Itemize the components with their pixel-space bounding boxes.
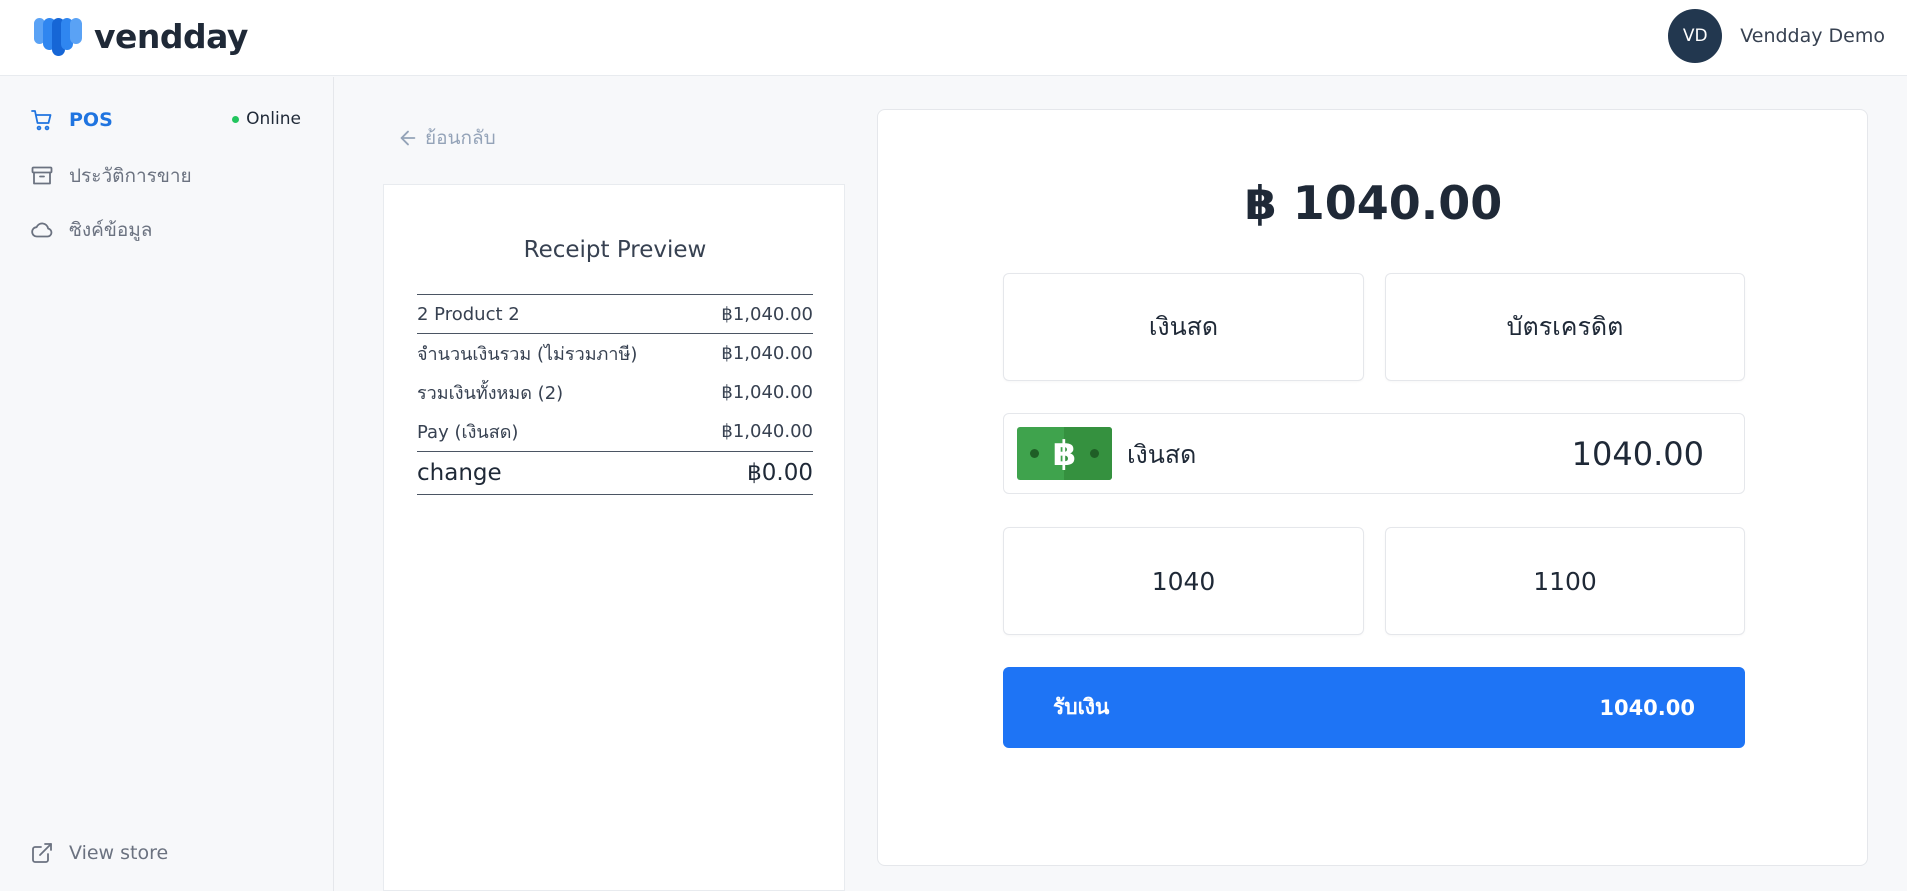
sidebar-item-sync[interactable]: ซิงค์ข้อมูล (29, 215, 152, 245)
external-link-icon (29, 840, 55, 866)
receipt-row-value: ฿1,040.00 (721, 303, 813, 325)
top-header: vendday VD Vendday Demo (0, 0, 1907, 76)
receipt-row-label: change (417, 460, 502, 486)
receipt-preview: Receipt Preview 2 Product 2 ฿1,040.00 จำ… (383, 184, 845, 891)
online-dot-icon (232, 115, 240, 123)
cart-icon (29, 107, 55, 133)
receipt-row-label: จำนวนเงินรวม (ไม่รวมภาษี) (417, 344, 638, 365)
receipt-change-row: change ฿0.00 (417, 451, 813, 495)
sidebar: POS Online ประวัติการขาย ซิงค์ข้อมูล Vie… (0, 77, 334, 891)
receipt-row-label: รวมเงินทั้งหมด (2) (417, 383, 564, 404)
receipt-table: 2 Product 2 ฿1,040.00 จำนวนเงินรวม (ไม่ร… (417, 294, 813, 495)
user-name[interactable]: Vendday Demo (1740, 25, 1885, 47)
receipt-row-value: ฿1,040.00 (721, 382, 813, 403)
cash-amount-row: ฿ เงินสด (1003, 413, 1745, 494)
receipt-row-label: Pay (เงินสด) (417, 422, 519, 443)
receipt-row-value: ฿0.00 (747, 460, 813, 486)
brand-logo[interactable]: vendday (32, 16, 248, 56)
receipt-row-value: ฿1,040.00 (721, 421, 813, 442)
brand-name: vendday (94, 16, 248, 56)
view-store-label: View store (69, 842, 169, 864)
receipt-row-label: 2 Product 2 (417, 303, 520, 325)
user-menu[interactable]: VD Vendday Demo (1668, 9, 1885, 63)
total-amount: ฿ 1040.00 (1244, 176, 1503, 230)
sidebar-item-label: ซิงค์ข้อมูล (69, 219, 153, 241)
cash-bill-icon: ฿ (1017, 427, 1112, 480)
cash-method-button[interactable]: เงินสด (1003, 273, 1364, 381)
status-text: Online (246, 109, 301, 129)
archive-icon (29, 163, 55, 189)
receipt-row-value: ฿1,040.00 (721, 343, 813, 364)
receipt-row: Pay (เงินสด) ฿1,040.00 (417, 412, 813, 451)
arrow-left-icon (397, 127, 419, 149)
avatar[interactable]: VD (1668, 9, 1723, 63)
back-label: ย้อนกลับ (425, 127, 496, 149)
receipt-row: รวมเงินทั้งหมด (2) ฿1,040.00 (417, 373, 813, 412)
cloud-icon (29, 217, 55, 243)
sidebar-item-label: ประวัติการขาย (69, 165, 192, 187)
receive-label: รับเงิน (1053, 695, 1110, 719)
cash-amount-input[interactable] (1404, 428, 1704, 480)
back-link[interactable]: ย้อนกลับ (397, 123, 496, 153)
sidebar-item-label: POS (69, 109, 113, 131)
receipt-row: 2 Product 2 ฿1,040.00 (417, 295, 813, 334)
status-badge: Online (232, 109, 301, 129)
sidebar-item-sales-history[interactable]: ประวัติการขาย (29, 161, 192, 191)
receipt-row: จำนวนเงินรวม (ไม่รวมภาษี) ฿1,040.00 (417, 334, 813, 373)
quick-amount-button[interactable]: 1100 (1385, 527, 1745, 635)
receipt-title: Receipt Preview (523, 237, 707, 263)
cash-label: เงินสด (1127, 439, 1197, 469)
payment-panel: ฿ 1040.00 เงินสด บัตรเครดิต ฿ เงินสด 104… (877, 109, 1868, 866)
view-store-link[interactable]: View store (29, 840, 168, 866)
sidebar-item-pos[interactable]: POS (29, 107, 113, 133)
vendday-logo-icon (34, 18, 82, 56)
quick-amount-button[interactable]: 1040 (1003, 527, 1364, 635)
receive-payment-button[interactable]: รับเงิน 1040.00 (1003, 667, 1745, 748)
receive-amount: 1040.00 (1599, 695, 1695, 720)
credit-card-method-button[interactable]: บัตรเครดิต (1385, 273, 1745, 381)
